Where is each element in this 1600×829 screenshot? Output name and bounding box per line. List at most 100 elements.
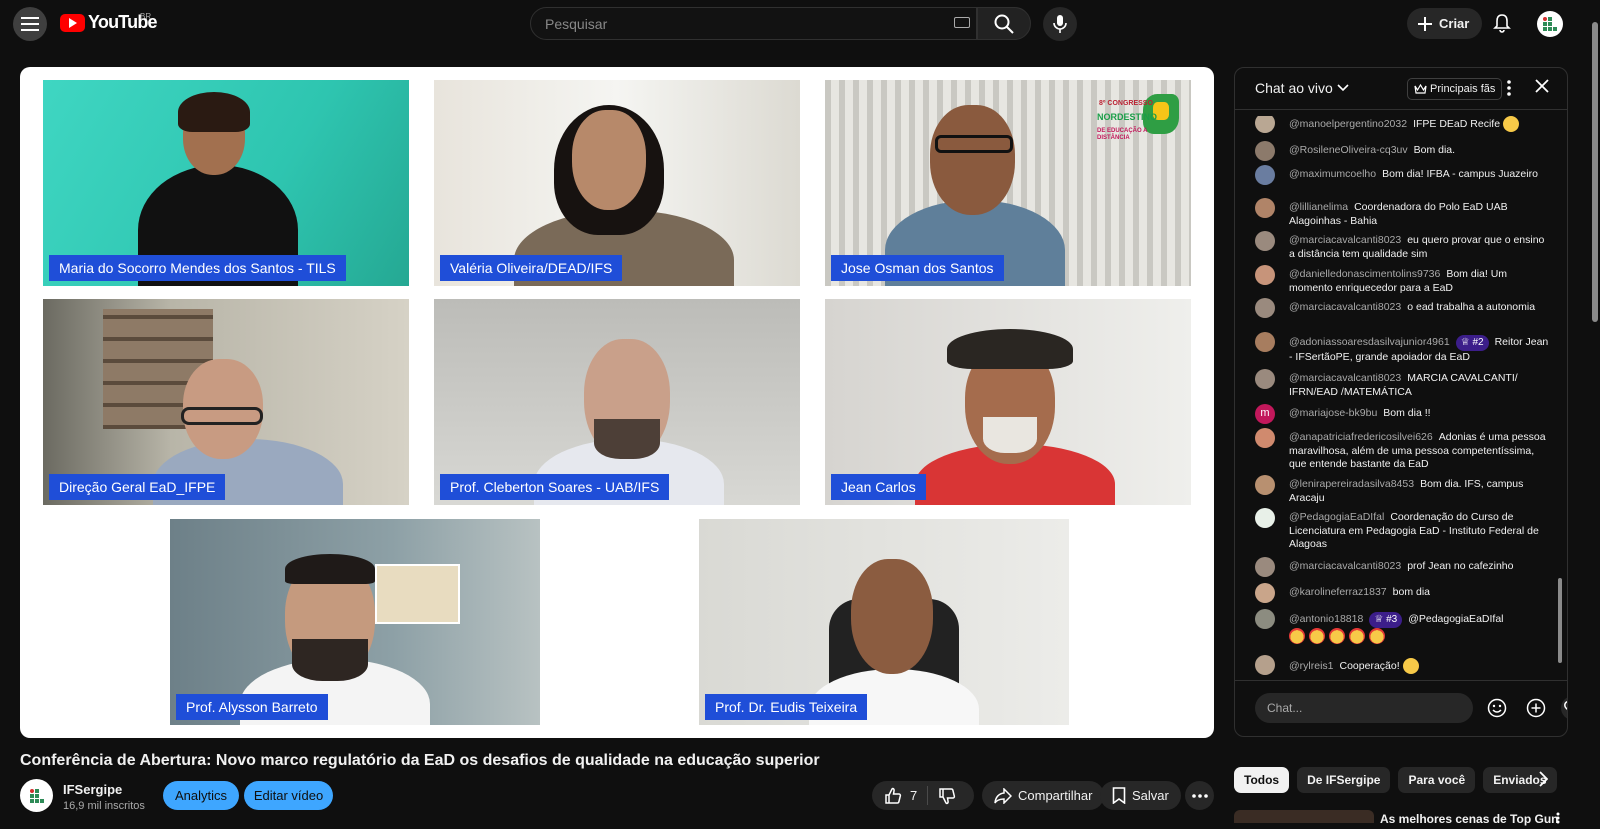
save-button[interactable]: Salvar — [1100, 781, 1181, 810]
author-name[interactable]: @danielledonascimentolins9736 — [1289, 268, 1440, 280]
beard — [292, 639, 368, 681]
chat-menu-button[interactable] — [1507, 80, 1511, 101]
chat-message: @anapatriciafredericosilvei626 Adonias é … — [1255, 428, 1550, 472]
chat-message: @karolineferraz1837 bom dia — [1255, 583, 1550, 603]
share-button[interactable]: Compartilhar — [982, 781, 1105, 810]
author-name[interactable]: @antonio18818 — [1289, 613, 1363, 625]
add-button[interactable] — [1524, 696, 1548, 720]
author-name[interactable]: @lillianelima — [1289, 201, 1348, 213]
user-avatar[interactable] — [1255, 655, 1275, 675]
user-avatar[interactable] — [1255, 116, 1275, 133]
bell-icon — [1493, 14, 1511, 33]
participant-label: Prof. Cleberton Soares - UAB/IFS — [440, 474, 670, 500]
author-name[interactable]: @marciacavalcanti8023 — [1289, 301, 1401, 313]
user-avatar[interactable] — [1255, 583, 1275, 603]
recommendation-thumbnail[interactable] — [1234, 810, 1374, 823]
recommendation-menu-button[interactable] — [1556, 811, 1560, 829]
world-map — [375, 564, 460, 624]
smiling-face-emoji-icon — [1402, 658, 1419, 674]
beard — [983, 417, 1037, 453]
user-avatar[interactable] — [1255, 265, 1275, 285]
author-name[interactable]: @maximumcoelho — [1289, 168, 1376, 180]
edit-video-button[interactable]: Editar vídeo — [244, 781, 333, 810]
user-avatar[interactable] — [1255, 231, 1275, 251]
user-avatar[interactable]: m — [1255, 404, 1275, 424]
channel-avatar[interactable] — [20, 779, 53, 812]
participant-tile: Prof. Alysson Barreto — [170, 519, 540, 725]
author-name[interactable]: @adoniassoaresdasilvajunior4961 — [1289, 336, 1450, 348]
menu-button[interactable] — [13, 7, 47, 41]
support-button[interactable] — [1561, 696, 1567, 720]
chip-para-voce[interactable]: Para você — [1398, 767, 1476, 793]
voice-search-button[interactable] — [1043, 7, 1077, 41]
chat-scrollbar-thumb[interactable] — [1558, 578, 1562, 663]
chip-de-ifsergipe[interactable]: De IFSergipe — [1297, 767, 1391, 793]
author-name[interactable]: @marciacavalcanti8023 — [1289, 372, 1401, 384]
video-player[interactable]: Maria do Socorro Mendes dos Santos - TIL… — [20, 67, 1214, 738]
badge-rank: #2 — [1472, 337, 1484, 348]
recommendation-title[interactable]: As melhores cenas de Top Gun — [1380, 812, 1559, 826]
participant-label: Direção Geral EaD_IFPE — [49, 474, 226, 500]
close-chat-button[interactable] — [1535, 79, 1549, 98]
recommendation-filter-chips: Todos De IFSergipe Para você Enviados — [1234, 767, 1557, 793]
live-chat-panel: Chat ao vivo Principais fãs @manoelperge… — [1234, 67, 1568, 737]
chat-mode-selector[interactable]: Chat ao vivo — [1255, 80, 1349, 96]
author-name[interactable]: @lenirapereiradasilva8453 — [1289, 478, 1414, 490]
like-button[interactable]: 7 — [872, 787, 917, 805]
user-avatar[interactable] — [1255, 332, 1275, 352]
keyboard-icon[interactable] — [954, 17, 970, 28]
author-name[interactable]: @manoelpergentino2032 — [1289, 118, 1407, 130]
chips-next-button[interactable] — [1538, 771, 1549, 792]
message-text: o ead trabalha a autonomia — [1407, 301, 1536, 313]
user-avatar[interactable] — [1255, 557, 1275, 577]
user-avatar[interactable] — [1255, 508, 1275, 528]
channel-name[interactable]: IFSergipe — [63, 782, 122, 797]
user-avatar[interactable] — [1255, 428, 1275, 448]
chip-todos[interactable]: Todos — [1234, 767, 1290, 793]
avatar-letter: m — [1260, 407, 1270, 420]
chat-scrollbar[interactable] — [1557, 116, 1563, 673]
search-button[interactable] — [977, 7, 1031, 40]
ifs-logo-icon — [29, 788, 44, 803]
user-avatar[interactable] — [1255, 609, 1275, 629]
notifications-button[interactable] — [1485, 6, 1519, 40]
divider — [927, 786, 929, 805]
more-actions-button[interactable] — [1185, 781, 1214, 810]
analytics-button[interactable]: Analytics — [163, 781, 239, 810]
author-name[interactable]: @rylreis1 — [1289, 660, 1334, 672]
top-fan-badge: ♕ #3 — [1369, 612, 1403, 628]
chat-title: Chat ao vivo — [1255, 80, 1333, 96]
chat-input[interactable] — [1255, 693, 1473, 723]
participant-label: Jose Osman dos Santos — [831, 255, 1004, 281]
message-text: Bom dia! IFBA - campus Juazeiro — [1382, 168, 1538, 180]
dislike-button[interactable] — [938, 787, 956, 805]
user-avatar[interactable] — [1255, 165, 1275, 185]
chat-message: @manoelpergentino2032 IFPE DEaD Recife — [1255, 116, 1550, 133]
page-scrollbar-thumb[interactable] — [1592, 22, 1598, 322]
user-avatar[interactable] — [1255, 475, 1275, 495]
author-name[interactable]: @anapatriciafredericosilvei626 — [1289, 431, 1433, 443]
top-fans-button[interactable]: Principais fãs — [1407, 78, 1503, 100]
page-scrollbar[interactable] — [1590, 0, 1600, 823]
create-button[interactable]: Criar — [1407, 8, 1483, 39]
save-label: Salvar — [1132, 788, 1169, 803]
user-avatar[interactable] — [1255, 198, 1275, 218]
user-avatar[interactable] — [1255, 298, 1275, 318]
search-input[interactable] — [545, 15, 925, 32]
participant-hair — [178, 92, 250, 132]
author-name[interactable]: @RosileneOliveira-cq3uv — [1289, 144, 1408, 156]
user-avatar[interactable] — [1255, 141, 1275, 161]
author-name[interactable]: @mariajose-bk9bu — [1289, 407, 1377, 419]
country-code: BR — [140, 12, 152, 21]
author-name[interactable]: @marciacavalcanti8023 — [1289, 560, 1401, 572]
author-name[interactable]: @marciacavalcanti8023 — [1289, 234, 1401, 246]
chat-message: @maximumcoelho Bom dia! IFBA - campus Jua… — [1255, 165, 1550, 185]
author-name[interactable]: @PedagogiaEaDIfal — [1289, 511, 1384, 523]
user-avatar[interactable] — [1255, 369, 1275, 389]
participant-tile: Prof. Dr. Eudis Teixeira — [699, 519, 1069, 725]
account-avatar[interactable] — [1537, 11, 1563, 37]
emoji-picker-button[interactable] — [1485, 696, 1509, 720]
message-text: prof Jean no cafezinho — [1407, 560, 1514, 572]
congress-line3: DE EDUCAÇÃO A DISTÂNCIA — [1097, 128, 1148, 141]
author-name[interactable]: @karolineferraz1837 — [1289, 586, 1387, 598]
